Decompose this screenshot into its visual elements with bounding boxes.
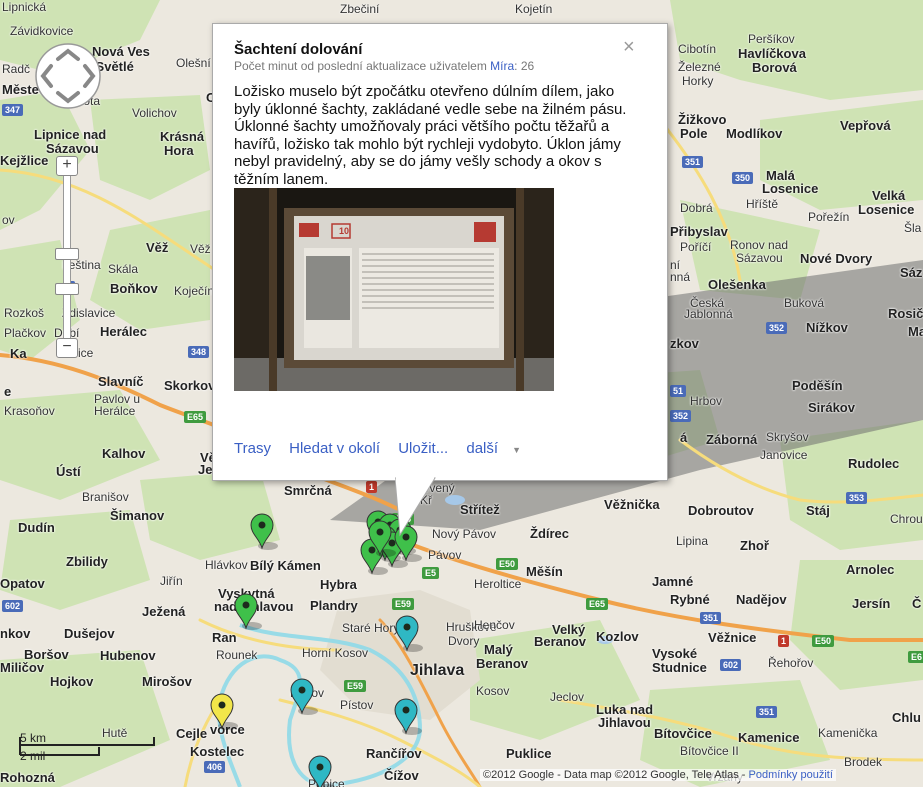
zoom-slider-thumb[interactable]	[55, 248, 79, 260]
close-icon[interactable]: ×	[623, 36, 635, 59]
map-marker-yellow[interactable]	[210, 693, 238, 730]
scale-km-label: 5 km	[20, 731, 47, 745]
info-meta: Počet minut od poslední aktualizace uživ…	[234, 59, 534, 73]
zoom-in-button[interactable]: +	[56, 156, 78, 176]
routes-link[interactable]: Trasy	[234, 440, 271, 457]
zoom-out-button[interactable]: −	[56, 338, 78, 358]
sign-number: 10	[339, 226, 349, 236]
map-marker-teal[interactable]	[290, 678, 318, 715]
map-marker-teal[interactable]	[308, 755, 336, 787]
map-marker-teal[interactable]	[394, 698, 422, 735]
info-window-tail	[395, 477, 436, 537]
info-description: Ložisko muselo být zpočátku otevřeno dúl…	[234, 83, 627, 188]
search-nearby-link[interactable]: Hledat v okolí	[289, 440, 380, 457]
map-canvas[interactable]: Lipnická Závidkovice Zbečiní Kojetín Peršíko…	[0, 0, 923, 787]
more-link[interactable]: další ▼	[466, 440, 535, 457]
meta-prefix: Počet minut od poslední aktualizace uživ…	[234, 59, 487, 73]
dropdown-arrow-icon: ▼	[512, 445, 521, 455]
info-photo[interactable]: 10	[234, 188, 554, 391]
scale-mi-label: 2 mil	[20, 749, 46, 763]
scale-bar: 5 km 2 mil	[14, 731, 174, 765]
map-marker-green[interactable]	[234, 593, 262, 630]
info-window: Šachtení dolování × Počet minut od posle…	[212, 23, 668, 481]
terms-link[interactable]: Podmínky použití	[749, 769, 833, 781]
info-title: Šachtení dolování	[234, 41, 363, 58]
more-label: další	[466, 440, 499, 457]
meta-user-link[interactable]: Míra	[490, 59, 514, 73]
map-marker-teal[interactable]	[395, 615, 423, 652]
info-links: Trasy Hledat v okolí Uložit... další ▼	[234, 440, 549, 457]
zoom-tick	[55, 283, 79, 295]
copyright-notice: ©2012 Google - Data map ©2012 Google, Te…	[480, 769, 836, 781]
pan-control[interactable]	[33, 41, 103, 111]
map-marker-green[interactable]	[250, 513, 278, 550]
copyright-text: ©2012 Google - Data map ©2012 Google, Te…	[483, 769, 749, 781]
save-link[interactable]: Uložit...	[398, 440, 448, 457]
meta-suffix: : 26	[514, 59, 535, 73]
